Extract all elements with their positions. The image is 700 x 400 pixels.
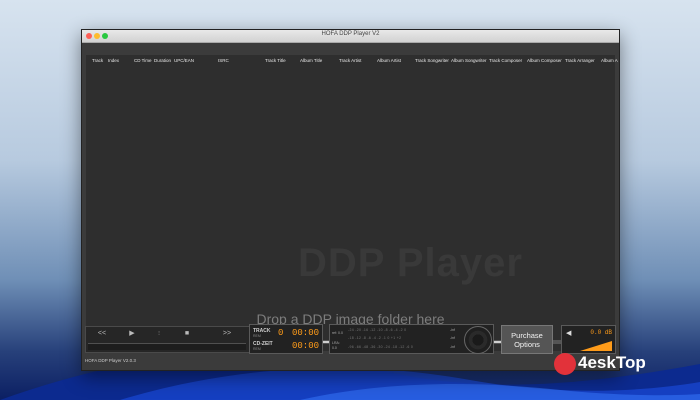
title-bar: HOFA DDP Player V2 (82, 30, 619, 43)
column-album-title[interactable]: Album Title (300, 58, 322, 63)
meter-rms-label: -inf (450, 336, 455, 340)
meter-lra-value: 0.0 (332, 346, 337, 350)
meter-lufs-label: -inf (450, 345, 455, 349)
column-album-arranger[interactable]: Album A (601, 58, 618, 63)
track-time: 00:00 (292, 328, 320, 338)
time-counter: TRACK REM 0 00:00 CD-ZEIT REM 00:00 (249, 324, 323, 354)
column-album-composer[interactable]: Album Composer (527, 58, 562, 63)
purchase-label-line2: Options (514, 340, 540, 349)
speaker-icon[interactable]: ◀ (566, 329, 571, 337)
column-track-arranger[interactable]: Track Arranger (565, 58, 595, 63)
site-logo-icon (554, 353, 576, 375)
meter-lra-label: LRA: (332, 341, 340, 345)
purchase-options-button[interactable]: Purchase Options (501, 325, 553, 354)
stop-button[interactable]: ■ (174, 330, 200, 338)
play-button[interactable]: ▶ (119, 330, 145, 338)
track-number: 0 (278, 328, 284, 338)
status-bar-text: HOFA DDP Player V2.0.3 (85, 358, 136, 363)
fast-forward-button[interactable]: >> (214, 330, 240, 338)
site-watermark-logo: 4eskTop (550, 349, 690, 379)
app-window: HOFA DDP Player V2 Track Index CD Time D… (81, 29, 620, 371)
background-watermark: DDP Player (298, 241, 523, 285)
cue-marker-button[interactable]: ⫶ (146, 330, 172, 338)
column-album-songwriter[interactable]: Album Songwriter (451, 58, 487, 63)
rewind-button[interactable]: << (89, 330, 115, 338)
column-track-artist[interactable]: Track Artist (339, 58, 361, 63)
meter-scale-row-3: -96 -66 -48 -36 -30 -24 -18 -12 -6 0 (348, 345, 414, 349)
phase-scope-icon (464, 326, 492, 354)
column-track-songwriter[interactable]: Track Songwriter (415, 58, 449, 63)
column-upc-ean[interactable]: UPC/EAN (174, 58, 194, 63)
track-remaining-label: REM (253, 334, 261, 338)
meter-scale-row-2: -18 -12 -8 -6 -4 -2 -1 0 +1 +2 (348, 336, 402, 340)
column-cd-time[interactable]: CD Time (134, 58, 152, 63)
transport-controls: << ▶ ⫶ ■ >> (85, 326, 251, 353)
track-list[interactable]: Track Index CD Time Duration UPC/EAN ISR… (86, 55, 618, 351)
meter-peak-label: -inf (450, 328, 455, 332)
column-index[interactable]: Index (108, 58, 119, 63)
window-title: HOFA DDP Player V2 (321, 31, 380, 37)
meter-scale-row-1: -24 -20 -16 -12 -10 -8 -6 -4 -2 0 (348, 328, 407, 332)
playback-position-bar[interactable] (88, 343, 246, 350)
level-meter: ref: 0.0 LRA: 0.0 -24 -20 -16 -12 -10 -8… (329, 324, 494, 354)
cd-remaining-label: REM (253, 347, 261, 351)
column-track-composer[interactable]: Track Composer (489, 58, 522, 63)
column-duration[interactable]: Duration (154, 58, 171, 63)
column-album-artist[interactable]: Album Artist (377, 58, 401, 63)
column-track-title[interactable]: Track Title (265, 58, 286, 63)
volume-value: 0.0 dB (590, 329, 612, 336)
site-logo-text: 4eskTop (578, 353, 646, 372)
purchase-label-line1: Purchase (511, 331, 543, 340)
column-track[interactable]: Track (92, 58, 103, 63)
cd-time: 00:00 (292, 341, 320, 351)
column-isrc[interactable]: ISRC (218, 58, 229, 63)
meter-ref-label: ref: 0.0 (332, 331, 343, 335)
